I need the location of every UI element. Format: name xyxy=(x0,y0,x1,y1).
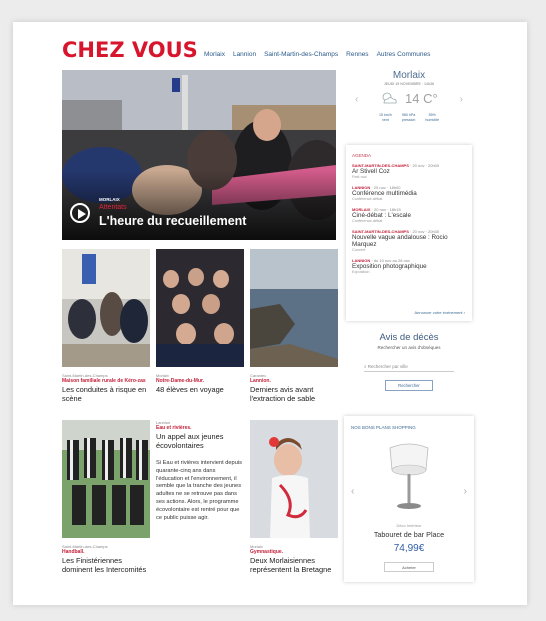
deces-title: Avis de décès xyxy=(379,332,439,343)
weather-date: JEUDI 19 NOVEMBRE · 14h36 xyxy=(383,82,435,86)
weather-detail: 55% humidité xyxy=(425,113,439,122)
agenda-item[interactable]: SAINT-MARTIN-DES-CHAMPS · 20 nov · 20h30… xyxy=(352,229,466,252)
article-image xyxy=(156,249,244,367)
article-image xyxy=(250,249,338,367)
nav-item-saint-martin[interactable]: Saint-Martin-des-Champs xyxy=(264,51,338,58)
weather-detail: 980 hPa pression xyxy=(401,113,416,122)
article-card[interactable]: Morlaix Gymnastique. Deux Morlaisiennes … xyxy=(250,420,338,574)
agenda-panel: Agenda SAINT-MARTIN-DES-CHAMPS · 20 nov … xyxy=(346,145,472,321)
shopping-widget: Nos bons plans shopping ‹ › Déco Intérie… xyxy=(344,416,474,582)
hero-kicker: Attentats xyxy=(99,204,127,211)
article-title[interactable]: Les conduites à risque en scène xyxy=(62,385,150,403)
weather-temp: 14 C° xyxy=(405,91,438,106)
article-card[interactable]: Saint-Martin-des-Champs Handball. Les Fi… xyxy=(62,420,150,574)
article-kicker: Eau et rivières. xyxy=(156,425,192,431)
weather-widget: Morlaix JEUDI 19 NOVEMBRE · 14h36 ‹ 14 C… xyxy=(343,70,475,135)
weather-city: Morlaix xyxy=(392,70,426,81)
nav-item-morlaix[interactable]: Morlaix xyxy=(204,51,225,58)
weather-details: 15 km/h vent 980 hPa pression 55% humidité xyxy=(343,113,475,122)
article-card[interactable]: Morlaix Notre-Dame-du-Mur. 48 élèves en … xyxy=(156,249,244,394)
article-kicker: Maison familiale rurale de Kéro-zas xyxy=(62,378,146,384)
article-kicker: Gymnastique. xyxy=(250,549,284,555)
weather-next-icon[interactable]: › xyxy=(460,94,463,105)
deces-search-input[interactable]: ⌕ Rechercher par ville xyxy=(364,364,454,372)
agenda-item[interactable]: LANNION · 20 nov · 18h00 Conférence mult… xyxy=(352,185,466,201)
hero-title[interactable]: L'heure du recueillement xyxy=(99,214,246,228)
agenda-item[interactable]: SAINT-MARTIN-DES-CHAMPS · 20 nov · 20h00… xyxy=(352,163,466,179)
article-summary: Si Eau et rivières intervient depuis qua… xyxy=(156,460,242,521)
search-icon: ⌕ xyxy=(364,364,367,369)
weather-detail: 15 km/h vent xyxy=(379,113,392,122)
article-card[interactable]: Carantec Lannion. Derniers avis avant l'… xyxy=(250,249,338,403)
deces-widget: Avis de décès Rechercher un avis d'obsèq… xyxy=(343,332,475,391)
weather-prev-icon[interactable]: ‹ xyxy=(355,94,358,105)
shop-title: Nos bons plans shopping xyxy=(351,425,416,430)
nav-item-rennes[interactable]: Rennes xyxy=(346,51,368,58)
article-card[interactable]: Lannion Eau et rivières. Un appel aux je… xyxy=(156,420,244,522)
agenda-announce-link[interactable]: Annoncer votre événement › xyxy=(415,310,465,315)
article-title[interactable]: 48 élèves en voyage xyxy=(156,385,244,394)
deces-subtitle: Rechercher un avis d'obsèques xyxy=(377,345,441,350)
site-logo[interactable]: CHEZ VOUS xyxy=(62,38,198,62)
article-image xyxy=(250,420,338,538)
article-image xyxy=(62,249,150,367)
nav-item-lannion[interactable]: Lannion xyxy=(233,51,256,58)
shop-next-icon[interactable]: › xyxy=(464,486,467,497)
nav-item-autres-communes[interactable]: Autres Communes xyxy=(377,51,431,58)
product-name[interactable]: Tabouret de bar Place xyxy=(344,530,474,539)
article-kicker: Notre-Dame-du-Mur. xyxy=(156,378,205,384)
hero-city: Morlaix xyxy=(99,197,120,202)
play-icon[interactable] xyxy=(70,203,90,223)
agenda-title: Agenda xyxy=(352,153,372,158)
product-image xyxy=(389,443,429,509)
article-title[interactable]: Deux Morlaisiennes représentent la Breta… xyxy=(250,556,338,574)
article-kicker: Lannion. xyxy=(250,378,271,384)
hero-article[interactable]: Morlaix Attentats L'heure du recueilleme… xyxy=(62,70,336,240)
deces-search-button[interactable]: Rechercher xyxy=(385,380,433,391)
buy-button[interactable]: Acheter xyxy=(384,562,434,572)
article-image xyxy=(62,420,150,538)
article-title[interactable]: Derniers avis avant l'extraction de sabl… xyxy=(250,385,338,403)
article-title[interactable]: Les Finistériennes dominent les Intercom… xyxy=(62,556,150,574)
article-card[interactable]: Saint-Martin-des-Champs Maison familiale… xyxy=(62,249,150,403)
agenda-item[interactable]: LANNION · du 10 nov au 28 nov Exposition… xyxy=(352,258,466,274)
article-kicker: Handball. xyxy=(62,549,85,555)
product-brand: Déco Intérieur xyxy=(396,523,422,528)
article-title[interactable]: Un appel aux jeunes écovolontaires xyxy=(156,432,244,450)
agenda-item[interactable]: MORLAIX · 20 nov · 18h15 Ciné-débat : L'… xyxy=(352,207,466,223)
shop-prev-icon[interactable]: ‹ xyxy=(351,486,354,497)
main-nav: Morlaix Lannion Saint-Martin-des-Champs … xyxy=(204,51,430,58)
product-price: 74,99€ xyxy=(393,543,425,554)
page: CHEZ VOUS Morlaix Lannion Saint-Martin-d… xyxy=(13,22,527,605)
cloudy-sun-icon xyxy=(382,92,397,104)
